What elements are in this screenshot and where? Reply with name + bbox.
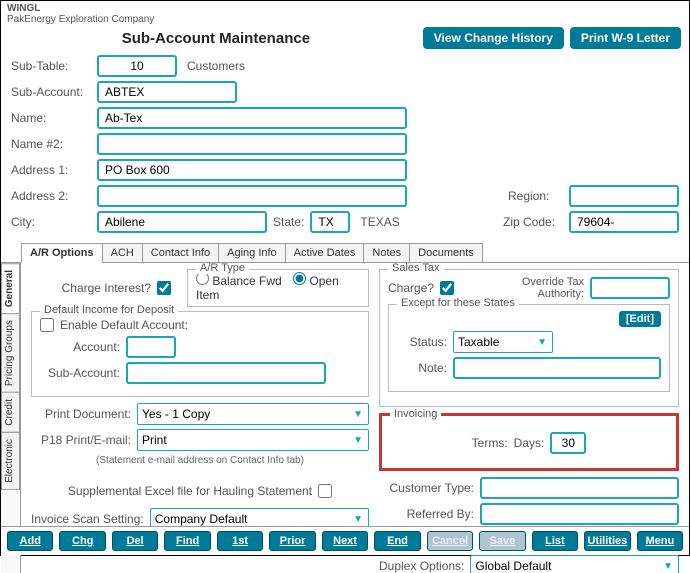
menu-button[interactable]: Menu xyxy=(637,531,683,551)
state-label: State: xyxy=(273,215,304,229)
find-button[interactable]: Find xyxy=(164,531,210,551)
view-change-history-button[interactable]: View Change History xyxy=(423,27,564,49)
note-label: Note: xyxy=(397,361,447,375)
open-item-radio[interactable] xyxy=(293,272,306,285)
first-button[interactable]: 1st xyxy=(217,531,263,551)
chg-button[interactable]: Chg xyxy=(59,531,105,551)
terms-label: Terms: xyxy=(472,436,508,450)
sales-tax-legend: Sales Tax xyxy=(388,263,444,274)
cust-type-label: Customer Type: xyxy=(379,481,474,495)
tab-electronic[interactable]: Electronic xyxy=(1,432,20,490)
name-label: Name: xyxy=(11,111,91,125)
duplex-select[interactable] xyxy=(470,555,679,573)
region-label: Region: xyxy=(508,189,563,203)
app-company: PakEnergy Exploration Company xyxy=(7,14,154,25)
invoice-scan-label: Invoice Scan Setting: xyxy=(31,512,144,526)
address1-label: Address 1: xyxy=(11,163,91,177)
sub-table-label: Sub-Table: xyxy=(11,59,91,73)
tab-general[interactable]: General xyxy=(1,263,20,314)
cancel-button: Cancel xyxy=(427,531,473,551)
enable-default-checkbox[interactable] xyxy=(40,318,54,332)
print-w9-button[interactable]: Print W-9 Letter xyxy=(570,27,681,49)
charge-interest-label: Charge Interest? xyxy=(31,281,151,295)
tab-ar-options[interactable]: A/R Options xyxy=(21,243,103,263)
zip-input[interactable] xyxy=(569,211,679,233)
tab-notes[interactable]: Notes xyxy=(363,243,410,262)
ar-type-legend: A/R Type xyxy=(196,263,249,274)
charge-interest-checkbox[interactable] xyxy=(157,281,171,295)
city-input[interactable] xyxy=(97,211,267,233)
app-short: WINGL xyxy=(7,3,40,14)
di-sub-account-input[interactable] xyxy=(126,362,326,384)
account-label: Account: xyxy=(40,340,120,354)
save-button: Save xyxy=(479,531,525,551)
invoicing-legend: Invoicing xyxy=(390,408,441,420)
name-input[interactable] xyxy=(97,107,407,129)
sub-account-label: Sub-Account: xyxy=(11,85,91,99)
tab-documents[interactable]: Documents xyxy=(409,243,483,262)
days-input[interactable] xyxy=(550,432,586,454)
tabs-horizontal: A/R Options ACH Contact Info Aging Info … xyxy=(1,243,689,263)
region-input[interactable] xyxy=(569,185,679,207)
st-charge-label: Charge? xyxy=(388,281,434,295)
bottom-toolbar: Add Chg Del Find 1st Prior Next End Canc… xyxy=(1,526,689,555)
st-charge-checkbox[interactable] xyxy=(440,281,454,295)
address2-input[interactable] xyxy=(97,185,407,207)
p18-label: P18 Print/E-mail: xyxy=(31,433,131,447)
name2-input[interactable] xyxy=(97,133,407,155)
cust-type-input[interactable] xyxy=(480,477,679,499)
supp-excel-checkbox[interactable] xyxy=(318,484,332,498)
tab-aging-info[interactable]: Aging Info xyxy=(218,243,286,262)
sub-table-desc: Customers xyxy=(183,59,245,73)
override-input[interactable] xyxy=(590,277,670,299)
state-input[interactable] xyxy=(310,211,350,233)
tab-active-dates[interactable]: Active Dates xyxy=(285,243,365,262)
page-title: Sub-Account Maintenance xyxy=(9,30,423,47)
city-label: City: xyxy=(11,215,91,229)
enable-default-label: Enable Default Account: xyxy=(60,318,188,332)
email-hint: (Statement e-mail address on Contact Inf… xyxy=(31,455,369,466)
tab-credit[interactable]: Credit xyxy=(1,392,20,433)
list-button[interactable]: List xyxy=(532,531,578,551)
zip-label: Zip Code: xyxy=(503,215,563,229)
di-sub-account-label: Sub-Account: xyxy=(40,366,120,380)
p18-select[interactable] xyxy=(137,429,369,451)
end-button[interactable]: End xyxy=(374,531,420,551)
state-desc: TEXAS xyxy=(356,215,399,229)
sub-table-input[interactable] xyxy=(97,55,177,77)
status-label: Status: xyxy=(397,335,447,349)
supp-excel-label: Supplemental Excel file for Hauling Stat… xyxy=(68,484,312,498)
sub-account-input[interactable] xyxy=(97,81,237,103)
prior-button[interactable]: Prior xyxy=(269,531,315,551)
utilities-button[interactable]: Utilities xyxy=(584,531,630,551)
account-input[interactable] xyxy=(126,336,176,358)
note-input[interactable] xyxy=(453,357,661,379)
del-button[interactable]: Del xyxy=(112,531,158,551)
balance-fwd-label: Balance Fwd xyxy=(212,274,281,288)
address1-input[interactable] xyxy=(97,159,407,181)
name2-label: Name #2: xyxy=(11,137,91,151)
except-legend: Except for these States xyxy=(397,297,519,309)
edit-states-button[interactable]: [Edit] xyxy=(619,311,661,327)
status-select[interactable] xyxy=(453,331,553,353)
default-income-legend: Default Income for Deposit xyxy=(40,304,178,316)
tab-ach[interactable]: ACH xyxy=(102,243,143,262)
address2-label: Address 2: xyxy=(11,189,91,203)
print-doc-label: Print Document: xyxy=(31,407,131,421)
days-label: Days: xyxy=(514,436,545,450)
tab-contact-info[interactable]: Contact Info xyxy=(142,243,219,262)
add-button[interactable]: Add xyxy=(7,531,53,551)
referred-label: Referred By: xyxy=(379,507,474,521)
app-header: WINGL PakEnergy Exploration Company xyxy=(1,1,689,27)
duplex-label: Duplex Options: xyxy=(379,559,464,573)
tab-pricing-groups[interactable]: Pricing Groups xyxy=(1,313,20,393)
next-button[interactable]: Next xyxy=(322,531,368,551)
print-doc-select[interactable] xyxy=(137,403,369,425)
referred-input[interactable] xyxy=(480,503,679,525)
